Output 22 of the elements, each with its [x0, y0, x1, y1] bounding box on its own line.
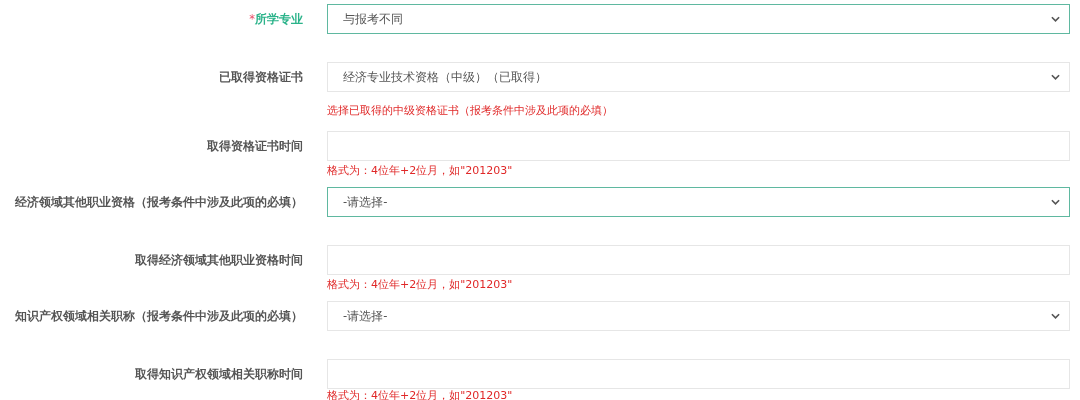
hint-text: 格式为：4位年+2位月，如"201203": [327, 390, 514, 400]
input-field[interactable]: [327, 359, 1070, 389]
chevron-down-icon: [1051, 74, 1060, 80]
dropdown-field[interactable]: 经济专业技术资格（中级）（已取得）: [327, 62, 1070, 92]
hint-text: 格式为：4位年+2位月，如"201203": [327, 164, 514, 178]
input-field[interactable]: [327, 131, 1070, 161]
dropdown-field[interactable]: -请选择-: [327, 187, 1070, 217]
field-label: *所学专业: [248, 11, 303, 28]
chevron-down-icon: [1051, 313, 1060, 319]
field-label: 知识产权领域相关职称（报考条件中涉及此项的必填）: [14, 308, 303, 325]
chevron-down-icon: [1051, 16, 1060, 22]
field-label: 取得经济领域其他职业资格时间: [134, 252, 303, 269]
field-label: 取得知识产权领域相关职称时间: [134, 366, 303, 383]
hint-text: 选择已取得的中级资格证书（报考条件中涉及此项的必填）: [327, 104, 614, 118]
field-label: 经济领域其他职业资格（报考条件中涉及此项的必填）: [14, 194, 303, 211]
field-label: 已取得资格证书: [218, 69, 303, 86]
input-field[interactable]: [327, 245, 1070, 275]
hint-text: 格式为：4位年+2位月，如"201203": [327, 278, 514, 292]
chevron-down-icon: [1051, 199, 1060, 205]
dropdown-field[interactable]: -请选择-: [327, 301, 1070, 331]
dropdown-field[interactable]: 与报考不同: [327, 4, 1070, 34]
field-label: 取得资格证书时间: [206, 138, 303, 155]
